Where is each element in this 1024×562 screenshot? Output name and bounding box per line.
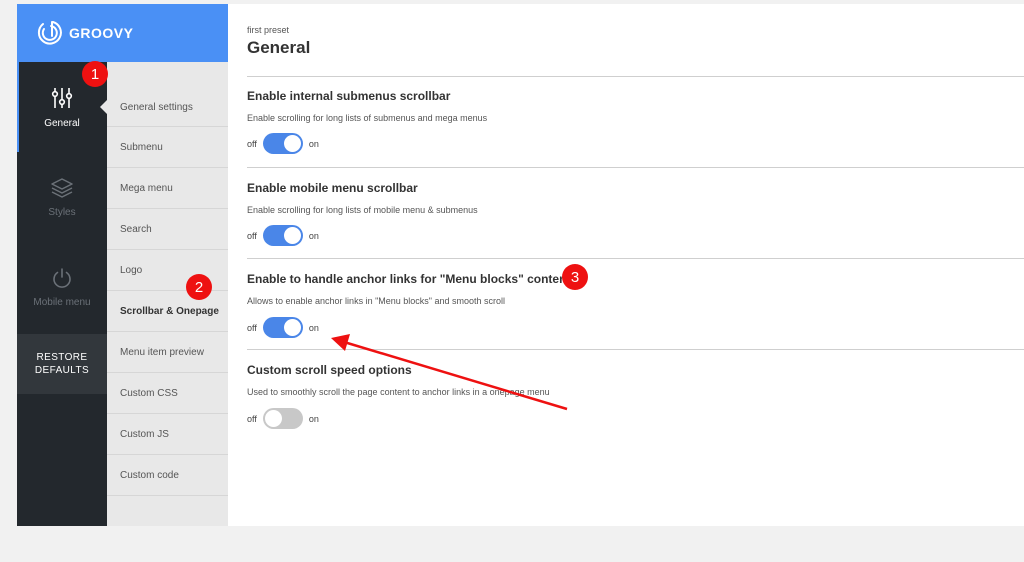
setting-submenus-scrollbar: Enable internal submenus scrollbar Enabl… (247, 76, 1024, 168)
toggle-off-label: off (247, 322, 257, 333)
submenus-scrollbar-toggle[interactable] (262, 133, 303, 154)
mobile-scrollbar-toggle[interactable] (262, 225, 303, 246)
main-panel: first preset General Enable internal sub… (228, 4, 1024, 526)
annotation-badge-3: 3 (562, 264, 588, 290)
submenu-item-general-settings[interactable]: General settings (107, 62, 228, 127)
submenu-item-custom-js[interactable]: Custom JS (107, 414, 228, 455)
setting-title: Enable to handle anchor links for "Menu … (247, 272, 571, 286)
toggle-row: off on (247, 408, 319, 429)
rail-item-mobile-menu[interactable]: Mobile menu (17, 242, 107, 332)
toggle-row: off on (247, 133, 319, 154)
toggle-on-label: on (308, 230, 319, 241)
setting-description: Used to smoothly scroll the page content… (247, 387, 550, 397)
groovy-logo-icon (37, 21, 62, 45)
setting-scroll-speed: Custom scroll speed options Used to smoo… (247, 349, 1024, 441)
submenu-item-custom-css[interactable]: Custom CSS (107, 373, 228, 414)
toggle-knob (283, 135, 301, 152)
submenu-item-scrollbar-onepage[interactable]: Scrollbar & Onepage (107, 291, 228, 332)
toggle-row: off on (247, 317, 319, 338)
toggle-row: off on (247, 225, 319, 246)
setting-anchor-links: Enable to handle anchor links for "Menu … (247, 258, 1024, 350)
toggle-on-label: on (308, 138, 319, 149)
scroll-speed-toggle[interactable] (262, 408, 303, 429)
toggle-on-label: on (308, 413, 319, 424)
submenu-item-mega-menu[interactable]: Mega menu (107, 168, 228, 209)
toggle-on-label: on (308, 322, 319, 333)
restore-defaults-button[interactable]: RESTORE DEFAULTS (17, 334, 107, 394)
rail-label-styles: Styles (48, 206, 76, 218)
toggle-knob (264, 410, 282, 427)
toggle-off-label: off (247, 138, 257, 149)
setting-description: Enable scrolling for long lists of mobil… (247, 205, 478, 215)
brand-header: GROOVY (17, 4, 228, 62)
rail-label-mobile: Mobile menu (33, 296, 91, 308)
setting-description: Allows to enable anchor links in "Menu b… (247, 296, 506, 306)
setting-title: Custom scroll speed options (247, 363, 412, 377)
brand-name: GROOVY (69, 25, 134, 41)
setting-title: Enable mobile menu scrollbar (247, 181, 418, 195)
app-window: General Styles Mobile menu RESTORE DEFAU… (17, 4, 1024, 526)
toggle-knob (283, 319, 301, 336)
toggle-off-label: off (247, 413, 257, 424)
power-icon (53, 267, 71, 288)
restore-label-line1: RESTORE (36, 352, 88, 363)
toggle-off-label: off (247, 230, 257, 241)
toggle-knob (283, 227, 301, 244)
layers-icon (51, 177, 73, 198)
rail-item-styles[interactable]: Styles (17, 152, 107, 242)
submenu-item-search[interactable]: Search (107, 209, 228, 250)
setting-title: Enable internal submenus scrollbar (247, 89, 451, 103)
submenu-item-custom-code[interactable]: Custom code (107, 455, 228, 496)
sliders-icon (51, 87, 73, 108)
submenu-item-menu-item-preview[interactable]: Menu item preview (107, 332, 228, 373)
preset-label: first preset (247, 25, 290, 35)
setting-mobile-scrollbar: Enable mobile menu scrollbar Enable scro… (247, 167, 1024, 259)
rail-label-general: General (44, 117, 80, 129)
setting-description: Enable scrolling for long lists of subme… (247, 113, 488, 123)
anchor-links-toggle[interactable] (262, 317, 303, 338)
annotation-badge-1: 1 (82, 61, 108, 87)
page-title: General (247, 38, 311, 57)
restore-label-line2: DEFAULTS (34, 365, 90, 376)
annotation-badge-2: 2 (186, 274, 212, 300)
submenu-item-submenu[interactable]: Submenu (107, 127, 228, 168)
